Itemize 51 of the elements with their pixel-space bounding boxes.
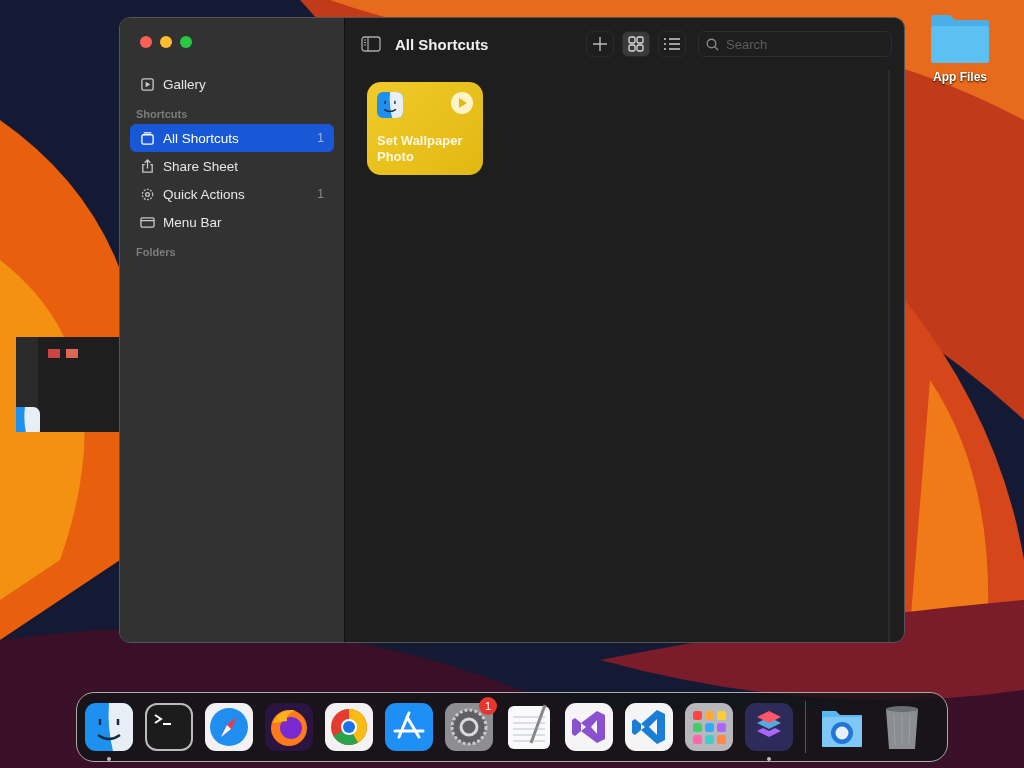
item-label: All Shortcuts — [163, 130, 240, 146]
search-field[interactable]: Search — [698, 31, 892, 57]
sidebar-toggle-icon[interactable] — [361, 36, 381, 52]
zoom-button[interactable] — [180, 36, 192, 48]
notification-badge: 1 — [479, 697, 497, 715]
sidebar-item[interactable]: Quick Actions 1 — [130, 180, 334, 208]
section-header: Shortcuts — [135, 107, 189, 122]
grid-icon — [628, 36, 644, 52]
item-label: Menu Bar — [163, 214, 223, 230]
app-grid-icon[interactable] — [685, 703, 733, 751]
section-header: Folders — [135, 245, 177, 260]
folder-icon[interactable] — [822, 711, 862, 747]
sidebar-item[interactable]: Share Sheet — [130, 152, 334, 180]
notepad-icon[interactable] — [508, 704, 550, 749]
close-button[interactable] — [140, 36, 152, 48]
share-icon — [140, 158, 155, 174]
app-store-icon[interactable] — [385, 703, 433, 751]
view-button[interactable] — [622, 31, 650, 57]
shortcut-title: Set Wallpaper Photo — [377, 133, 464, 165]
item-label: Quick Actions — [163, 186, 246, 202]
split-face-icon[interactable] — [377, 92, 403, 118]
screenshot-thumbnail[interactable] — [16, 337, 119, 432]
window-icon — [140, 214, 155, 230]
trash-icon[interactable] — [886, 706, 918, 749]
stack-icon — [140, 130, 155, 146]
list-icon — [663, 37, 681, 51]
sidebar-item[interactable]: All Shortcuts 1 — [130, 124, 334, 152]
add-button[interactable] — [586, 31, 614, 57]
sidebar-item[interactable]: Gallery — [130, 70, 334, 98]
terminal-icon[interactable] — [145, 703, 193, 751]
search-icon — [706, 38, 719, 51]
item-count: 1 — [317, 131, 324, 145]
gallery-icon — [140, 76, 155, 92]
gear-icon — [140, 186, 155, 202]
compass-icon[interactable] — [205, 703, 253, 751]
ring-icon[interactable] — [325, 703, 373, 751]
gear-icon[interactable] — [445, 703, 493, 751]
view-button[interactable] — [658, 31, 686, 57]
ribbon-icon[interactable] — [565, 703, 613, 751]
minimize-button[interactable] — [160, 36, 172, 48]
plus-icon — [593, 37, 607, 51]
code-editor-icon[interactable] — [625, 703, 673, 751]
folder-label: App Files — [933, 70, 987, 84]
item-label: Gallery — [163, 76, 207, 92]
item-label: Share Sheet — [163, 158, 240, 174]
item-count: 1 — [317, 187, 324, 201]
layers-icon[interactable] — [745, 703, 793, 751]
window-title: All Shortcuts — [395, 35, 490, 53]
split-face-icon[interactable] — [85, 703, 133, 751]
globe-icon[interactable] — [265, 703, 313, 751]
sidebar-item[interactable]: Menu Bar — [130, 208, 334, 236]
